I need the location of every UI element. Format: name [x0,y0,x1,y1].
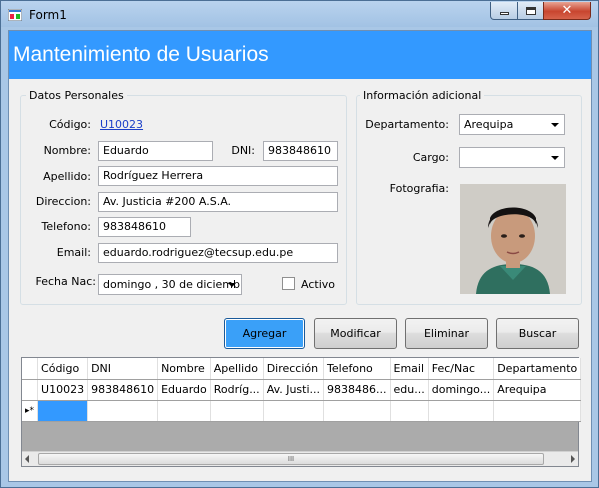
header-banner: Mantenimiento de Usuarios [9,31,591,79]
row-header-corner [22,358,39,380]
table-cell[interactable]: 983848610 [87,379,159,401]
column-header[interactable]: Nombre [157,358,211,380]
table-row[interactable]: U10023 983848610 Eduardo Rodríg... Av. J… [22,379,582,401]
scroll-right-icon[interactable] [571,455,575,463]
table-cell[interactable]: Av. Justi... [263,379,325,401]
dni-field[interactable]: 983848610 [263,141,338,161]
activo-label: Activo [301,278,335,291]
codigo-label: Código: [49,118,91,131]
activo-checkbox[interactable] [282,277,295,290]
apellido-field[interactable]: Rodríguez Herrera [98,166,338,186]
table-cell[interactable] [157,400,211,422]
nombre-label: Nombre: [43,144,91,157]
new-row[interactable]: ▸* [22,400,582,422]
chevron-down-icon [551,156,559,160]
maximize-icon [525,6,536,15]
chevron-down-icon [228,283,236,287]
fecha-nac-value: domingo , 30 de diciembre [103,278,242,291]
email-field[interactable]: eduardo.rodriguez@tecsup.edu.pe [98,243,338,263]
eliminar-button[interactable]: Eliminar [405,318,488,349]
departamento-value: Arequipa [464,118,514,131]
dni-label: DNI: [231,144,255,157]
minimize-icon [499,12,509,15]
minimize-button[interactable] [490,2,518,20]
table-cell[interactable] [493,400,582,422]
window-title: Form1 [29,8,67,22]
table-cell[interactable]: 9838486... [323,379,391,401]
datagrid-header-row: Código DNI Nombre Apellido Dirección Tel… [22,358,582,380]
additional-info-legend: Información adicional [360,89,485,102]
agregar-button[interactable]: Agregar [224,318,305,349]
scroll-grip: III [287,455,295,463]
column-header[interactable]: Email [390,358,429,380]
codigo-link[interactable]: U10023 [100,118,143,131]
scroll-left-icon[interactable] [25,455,29,463]
new-row-marker[interactable]: ▸* [22,400,39,422]
column-header[interactable]: Dirección [263,358,325,380]
column-header[interactable]: Telefono [323,358,391,380]
nombre-field[interactable]: Eduardo [98,141,213,161]
table-cell[interactable]: Eduardo [157,379,211,401]
telefono-field[interactable]: 983848610 [98,217,191,237]
table-cell[interactable] [390,400,429,422]
telefono-label: Telefono: [41,220,91,233]
table-cell[interactable] [87,400,159,422]
email-label: Email: [56,246,91,259]
departamento-select[interactable]: Arequipa [459,114,565,135]
close-button[interactable]: ✕ [543,2,591,20]
row-header[interactable] [22,379,39,401]
table-cell[interactable]: domingo... [428,379,495,401]
user-photo [460,184,566,294]
table-cell[interactable] [323,400,391,422]
column-header[interactable]: Fec/Nac [428,358,495,380]
table-cell[interactable]: U10023 [37,379,89,401]
table-cell[interactable]: Arequipa [493,379,582,401]
fotografia-label: Fotografia: [389,182,449,195]
horizontal-scrollbar[interactable]: III [22,451,578,466]
table-cell[interactable] [428,400,495,422]
maximize-button[interactable] [517,2,544,20]
buscar-button[interactable]: Buscar [496,318,579,349]
form-client-area: Mantenimiento de Usuarios Datos Personal… [8,30,592,482]
column-header[interactable]: DNI [87,358,159,380]
fecha-nac-label: Fecha Nac: [35,275,96,288]
table-cell[interactable] [210,400,264,422]
cargo-label: Cargo: [412,151,449,164]
page-title: Mantenimiento de Usuarios [13,43,269,66]
column-header[interactable]: Código [37,358,89,380]
users-datagrid[interactable]: Código DNI Nombre Apellido Dirección Tel… [21,357,582,467]
table-cell[interactable] [263,400,325,422]
direccion-label: Direccion: [35,195,91,208]
apellido-label: Apellido: [43,170,91,183]
modificar-button[interactable]: Modificar [314,318,397,349]
app-icon [8,9,22,21]
departamento-label: Departamento: [365,118,449,131]
column-header[interactable]: Departamento [493,358,582,380]
table-cell[interactable]: edu... [390,379,429,401]
direccion-field[interactable]: Av. Justicia #200 A.S.A. [98,192,338,212]
fecha-nac-picker[interactable]: domingo , 30 de diciembre [98,274,242,295]
selected-cell[interactable] [37,400,89,422]
close-icon: ✕ [561,3,573,18]
chevron-down-icon [551,123,559,127]
title-bar[interactable]: Form1 ✕ [1,1,598,27]
datagrid-table: Código DNI Nombre Apellido Dirección Tel… [22,358,582,422]
cargo-select[interactable] [459,147,565,168]
personal-data-legend: Datos Personales [26,89,127,102]
column-header[interactable]: Apellido [210,358,264,380]
scroll-thumb[interactable]: III [38,453,544,465]
table-cell[interactable]: Rodríg... [210,379,264,401]
